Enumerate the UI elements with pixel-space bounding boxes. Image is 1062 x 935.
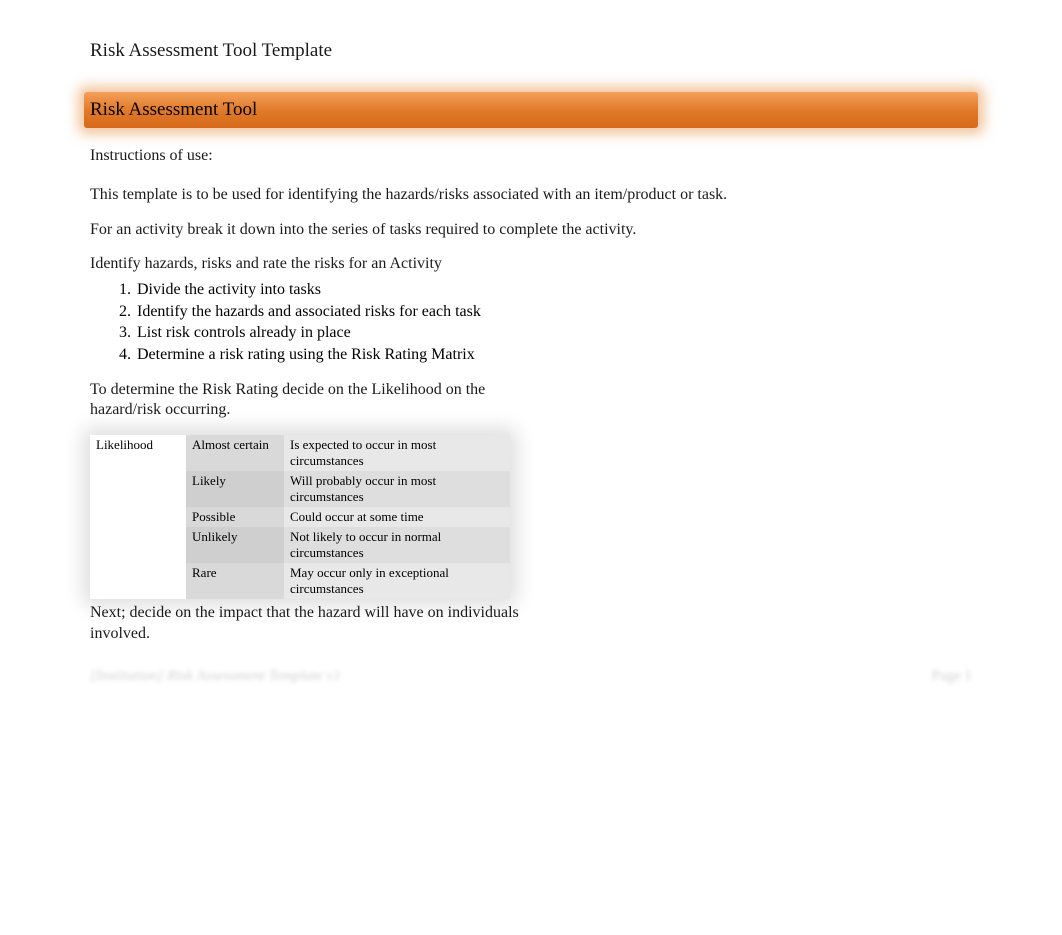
- likelihood-level: Unlikely: [186, 527, 284, 563]
- likelihood-header-cell: Likelihood: [90, 435, 186, 599]
- step-item: Divide the activity into tasks: [135, 279, 972, 301]
- step-item: Determine a risk rating using the Risk R…: [135, 344, 972, 366]
- document-page: Risk Assessment Tool Template Risk Asses…: [0, 0, 1062, 645]
- likelihood-desc: Will probably occur in most circumstance…: [284, 471, 510, 507]
- likelihood-level: Likely: [186, 471, 284, 507]
- footer-left: [Institution] Risk Assessment Template v…: [90, 668, 341, 685]
- intro-paragraph-2: For an activity break it down into the s…: [90, 220, 972, 241]
- next-text: Next; decide on the impact that the haza…: [90, 603, 520, 645]
- intro-paragraph-1: This template is to be used for identify…: [90, 185, 972, 206]
- identify-heading: Identify hazards, risks and rate the ris…: [90, 254, 972, 275]
- likelihood-level: Possible: [186, 507, 284, 527]
- likelihood-level: Rare: [186, 563, 284, 599]
- title-banner: Risk Assessment Tool: [84, 92, 978, 128]
- likelihood-desc: Could occur at some time: [284, 507, 510, 527]
- likelihood-table: Likelihood Almost certain Is expected to…: [90, 435, 510, 599]
- likelihood-level: Almost certain: [186, 435, 284, 471]
- table-row: Likelihood Almost certain Is expected to…: [90, 435, 510, 471]
- likelihood-desc: Is expected to occur in most circumstanc…: [284, 435, 510, 471]
- page-footer: [Institution] Risk Assessment Template v…: [90, 668, 972, 685]
- step-item: List risk controls already in place: [135, 322, 972, 344]
- determine-text: To determine the Risk Rating decide on t…: [90, 380, 520, 422]
- likelihood-desc: May occur only in exceptional circumstan…: [284, 563, 510, 599]
- instructions-label: Instructions of use:: [90, 146, 972, 167]
- step-item: Identify the hazards and associated risk…: [135, 301, 972, 323]
- likelihood-desc: Not likely to occur in normal circumstan…: [284, 527, 510, 563]
- footer-right: Page 1: [932, 668, 972, 685]
- banner-text: Risk Assessment Tool: [84, 99, 978, 121]
- document-title: Risk Assessment Tool Template: [90, 40, 972, 62]
- steps-list: Divide the activity into tasks Identify …: [90, 279, 972, 365]
